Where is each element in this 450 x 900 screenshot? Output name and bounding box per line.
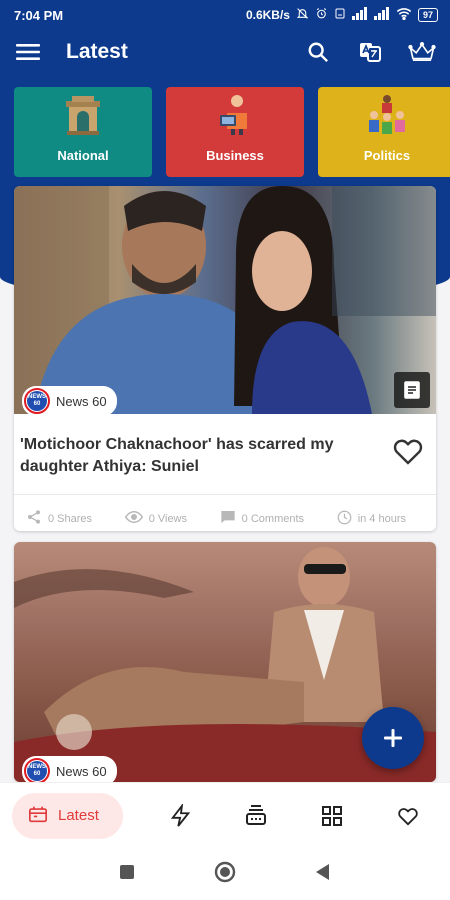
source-name: News 60: [56, 393, 107, 409]
category-business[interactable]: Business: [166, 87, 304, 177]
status-time: 7:04 PM: [14, 7, 64, 23]
app-bar: Latest: [0, 30, 450, 74]
status-bar: 7:04 PM 0.6KB/s 97: [0, 0, 450, 30]
comment-icon: [220, 509, 236, 528]
alarm-icon: [315, 7, 328, 23]
eye-icon: [124, 510, 143, 527]
news-icon: [28, 805, 48, 827]
system-navigation: [0, 848, 450, 900]
share-action[interactable]: 0 Shares: [26, 509, 92, 528]
nav-item-categories[interactable]: [314, 798, 350, 834]
nav-item-feed[interactable]: [238, 798, 274, 834]
news60-logo: NEWS 60: [24, 388, 50, 414]
heart-icon: [398, 807, 418, 825]
bottom-navigation: Latest: [0, 782, 450, 848]
add-button[interactable]: [362, 707, 424, 769]
views-stat: 0 Views: [124, 510, 188, 527]
source-badge[interactable]: NEWS 60 News 60: [22, 386, 117, 414]
article-icon[interactable]: [394, 372, 430, 408]
search-icon[interactable]: [304, 38, 332, 66]
category-national[interactable]: National: [14, 87, 152, 177]
category-label: National: [57, 148, 109, 163]
comments-action[interactable]: 0 Comments: [220, 509, 304, 528]
source-name: News 60: [56, 763, 107, 779]
wifi-icon: [396, 7, 412, 23]
news-headline[interactable]: 'Motichoor Chaknachoor' has scarred my d…: [20, 434, 360, 478]
nav-item-latest[interactable]: Latest: [12, 792, 123, 839]
signal-icon: [373, 7, 390, 23]
nav-item-favorites[interactable]: [390, 798, 426, 834]
news60-logo: NEWS 60: [24, 758, 50, 782]
news-image[interactable]: NEWS 60 News 60: [14, 186, 436, 414]
home-icon[interactable]: [214, 861, 236, 888]
nav-item-trending[interactable]: [163, 798, 199, 834]
news-card[interactable]: NEWS 60 News 60 'Motichoor Chaknachoor' h…: [14, 186, 436, 531]
businessman-icon: [215, 93, 255, 138]
comment-count: 0 Comments: [241, 512, 305, 525]
menu-icon[interactable]: [14, 38, 42, 66]
clock-icon: [337, 510, 352, 528]
time-stat: in 4 hours: [337, 510, 406, 528]
page-title: Latest: [66, 40, 128, 63]
favorite-heart-icon[interactable]: [392, 436, 424, 478]
network-speed: 0.6KB/s: [245, 8, 290, 22]
plus-icon: [384, 729, 402, 747]
bell-off-icon: [296, 7, 309, 23]
back-icon[interactable]: [316, 863, 330, 885]
sim-icon: [334, 7, 346, 23]
category-strip: National Business Politics: [14, 87, 450, 177]
nav-label: Latest: [58, 807, 99, 824]
publish-time: in 4 hours: [357, 512, 406, 525]
view-count: 0 Views: [148, 512, 188, 525]
category-label: Politics: [363, 148, 411, 163]
share-icon: [26, 509, 42, 528]
category-politics[interactable]: Politics: [318, 87, 450, 177]
signal-icon: [351, 7, 368, 23]
category-label: Business: [206, 148, 264, 163]
politics-icon: [365, 93, 409, 138]
recents-icon[interactable]: [120, 864, 134, 884]
stack-icon: [246, 804, 267, 825]
source-badge[interactable]: NEWS 60 News 60: [22, 756, 117, 782]
battery-icon: 97: [417, 8, 438, 22]
grid-icon: [322, 805, 343, 826]
india-gate-icon: [63, 93, 103, 138]
crown-icon[interactable]: [408, 38, 436, 66]
news-meta: 0 Shares 0 Views 0 Comments in 4 hours: [14, 495, 436, 528]
lightning-icon: [170, 803, 190, 827]
share-count: 0 Shares: [48, 512, 93, 525]
translate-icon[interactable]: [356, 38, 384, 66]
